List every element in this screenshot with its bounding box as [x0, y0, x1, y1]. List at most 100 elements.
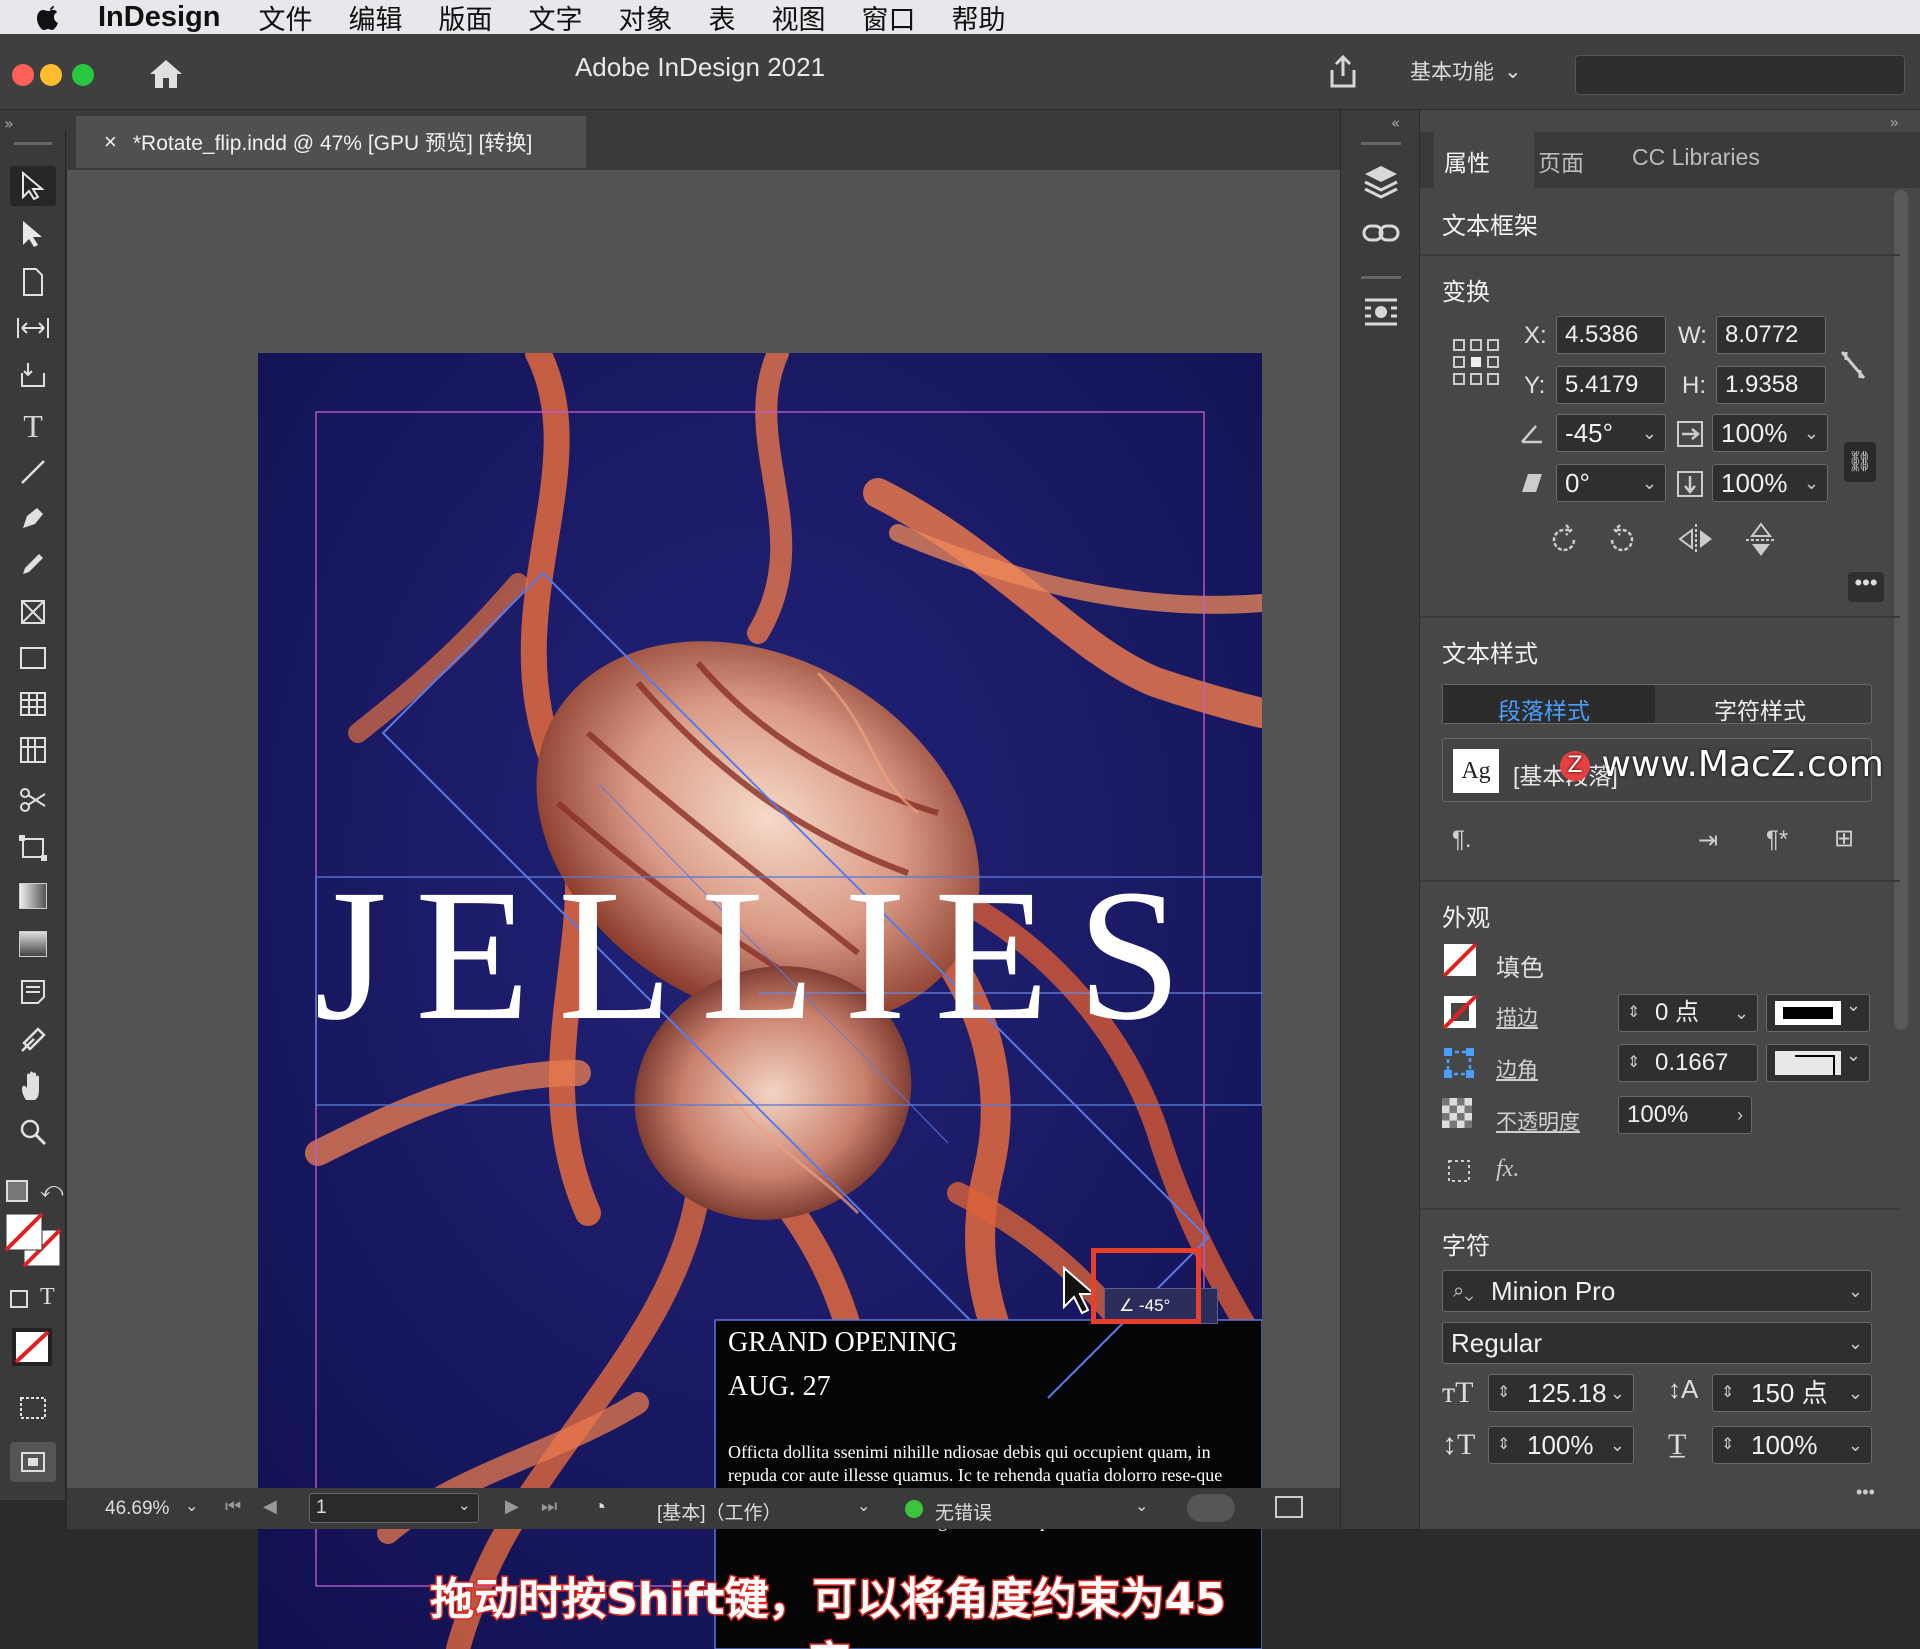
swap-colors-icon[interactable]: ⤺ [40, 1178, 64, 1203]
page-number-field[interactable]: 1 ⌄ [309, 1493, 479, 1523]
preflight-profile[interactable]: [基本]（工作） [657, 1498, 782, 1525]
menu-window[interactable]: 窗口 [861, 0, 915, 37]
opacity-field[interactable]: 100% › [1618, 1096, 1752, 1134]
stepper-icon[interactable]: ⇕ [1627, 995, 1640, 1031]
stepper-icon[interactable]: ⇕ [1497, 1427, 1510, 1463]
rectangle-tool-icon[interactable] [10, 638, 56, 678]
tab-pages[interactable]: 页面 [1538, 144, 1584, 178]
zoom-dropdown-icon[interactable]: ⌄ [185, 1496, 198, 1516]
close-tab-icon[interactable]: × [104, 129, 117, 155]
apply-none-icon[interactable] [10, 1326, 54, 1368]
selection-tool-icon[interactable] [10, 166, 56, 206]
share-icon[interactable] [1326, 54, 1360, 90]
rotate-counterclockwise-icon[interactable] [1604, 522, 1640, 558]
chevron-down-icon[interactable]: ⌄ [1642, 415, 1657, 451]
chevron-down-icon[interactable]: ⌄ [1848, 1271, 1863, 1311]
free-transform-tool-icon[interactable] [10, 828, 56, 868]
gradient-feather-tool-icon[interactable] [10, 924, 56, 964]
x-field[interactable]: 4.5386 [1556, 316, 1666, 354]
direct-selection-tool-icon[interactable] [10, 214, 56, 254]
font-family-dropdown[interactable]: ⌕⌄ Minion Pro ⌄ [1442, 1270, 1872, 1312]
tab-paragraph-styles[interactable]: 段落样式 [1498, 692, 1590, 726]
page-tool-icon[interactable] [10, 262, 56, 302]
new-style-icon[interactable]: ⊞ [1834, 824, 1854, 853]
close-window-button[interactable] [12, 64, 34, 86]
stepper-icon[interactable]: ⇕ [1497, 1375, 1510, 1411]
split-view-icon[interactable] [1275, 1496, 1303, 1518]
rotate-clockwise-icon[interactable] [1546, 522, 1582, 558]
document-page[interactable]: JELLIES GRAND OPENING AUG. 27 Officta do… [258, 353, 1262, 1649]
hand-tool-icon[interactable] [10, 1066, 56, 1106]
grid-tool-icon[interactable] [10, 730, 56, 770]
text-wrap-icon[interactable] [1361, 296, 1401, 328]
horizontal-scale-field[interactable]: ⇕ 100% ⌄ [1712, 1426, 1872, 1464]
stroke-swatch-icon[interactable] [1442, 994, 1478, 1030]
layers-icon[interactable] [1361, 162, 1401, 200]
corner-label[interactable]: 边角 [1496, 1054, 1538, 1084]
pen-tool-icon[interactable] [10, 498, 56, 538]
more-character-options-icon[interactable]: ••• [1856, 1482, 1875, 1503]
chevron-down-icon[interactable]: ⌄ [857, 1496, 870, 1516]
type-tool-icon[interactable]: T [10, 406, 56, 446]
first-page-icon[interactable]: ⏮ [225, 1496, 241, 1517]
chevron-down-icon[interactable]: ⌄ [1846, 995, 1861, 1016]
line-tool-icon[interactable] [10, 452, 56, 492]
menu-help[interactable]: 帮助 [951, 0, 1005, 37]
stepper-icon[interactable]: ⇕ [1721, 1427, 1734, 1463]
object-effects-icon[interactable] [1446, 1158, 1474, 1186]
load-styles-icon[interactable]: ⇥ [1698, 826, 1718, 855]
unlink-icon[interactable] [1838, 348, 1868, 382]
apple-icon[interactable] [34, 2, 64, 32]
table-tool-icon[interactable] [10, 684, 56, 724]
note-tool-icon[interactable] [10, 972, 56, 1012]
menu-table[interactable]: 表 [708, 0, 735, 37]
chevron-down-icon[interactable]: ⌄ [1848, 1427, 1863, 1463]
panel-menu-icon[interactable]: » [1890, 114, 1898, 131]
zoom-window-button[interactable] [72, 64, 94, 86]
scale-x-field[interactable]: 100% ⌄ [1712, 414, 1828, 452]
constrain-proportions-icon[interactable]: ⛓ [1844, 442, 1876, 482]
zoom-level[interactable]: 46.69% [105, 1498, 169, 1520]
search-input[interactable] [1575, 55, 1905, 95]
rotation-field[interactable]: -45° ⌄ [1556, 414, 1666, 452]
stroke-label[interactable]: 描边 [1496, 1002, 1538, 1032]
stepper-icon[interactable]: ⇕ [1721, 1375, 1734, 1411]
screen-mode-icon[interactable] [10, 1388, 56, 1428]
corner-shape-dropdown[interactable]: ⌄ [1766, 1044, 1870, 1082]
last-page-icon[interactable]: ⏭ [541, 1496, 557, 1517]
menu-file[interactable]: 文件 [258, 0, 312, 37]
fill-none-icon[interactable] [1442, 942, 1478, 978]
default-colors-icon[interactable] [6, 1180, 28, 1202]
menu-view[interactable]: 视图 [771, 0, 825, 37]
chevron-down-icon[interactable]: ⌄ [1135, 1496, 1148, 1516]
next-page-icon[interactable]: ▶ [505, 1496, 519, 1517]
chevron-down-icon[interactable]: ⌄ [1848, 1375, 1863, 1411]
fx-icon[interactable]: fx. [1496, 1156, 1519, 1183]
corner-options-icon[interactable] [1442, 1046, 1476, 1080]
links-icon[interactable] [1361, 220, 1401, 246]
menu-layout[interactable]: 版面 [438, 0, 492, 37]
chevron-down-icon[interactable]: ⌄ [1804, 465, 1819, 501]
home-icon[interactable] [148, 58, 184, 90]
info-title-line-1[interactable]: GRAND OPENING [728, 1327, 957, 1359]
w-field[interactable]: 8.0772 [1716, 316, 1826, 354]
corner-size-field[interactable]: ⇕ 0.1667 [1618, 1044, 1758, 1082]
gap-tool-icon[interactable] [10, 308, 56, 348]
stroke-type-dropdown[interactable]: ⌄ [1766, 994, 1870, 1032]
info-title-line-2[interactable]: AUG. 27 [728, 1371, 831, 1403]
font-style-dropdown[interactable]: Regular ⌄ [1442, 1322, 1872, 1364]
scissors-tool-icon[interactable] [10, 780, 56, 820]
clear-overrides-icon[interactable]: ¶* [1766, 826, 1788, 854]
tab-properties[interactable]: 属性 [1444, 144, 1490, 178]
chevron-down-icon[interactable]: ⌄ [1610, 1427, 1625, 1463]
eyedropper-tool-icon[interactable] [10, 1020, 56, 1060]
preview-mode-icon[interactable] [10, 1442, 56, 1482]
h-field[interactable]: 1.9358 [1716, 366, 1826, 404]
opacity-label[interactable]: 不透明度 [1496, 1106, 1580, 1136]
content-collector-icon[interactable] [10, 354, 56, 394]
shear-field[interactable]: 0° ⌄ [1556, 464, 1666, 502]
stepper-icon[interactable]: ⇕ [1627, 1045, 1640, 1081]
y-field[interactable]: 5.4179 [1556, 366, 1666, 404]
minimize-window-button[interactable] [40, 64, 62, 86]
app-menu[interactable]: InDesign [98, 1, 220, 34]
